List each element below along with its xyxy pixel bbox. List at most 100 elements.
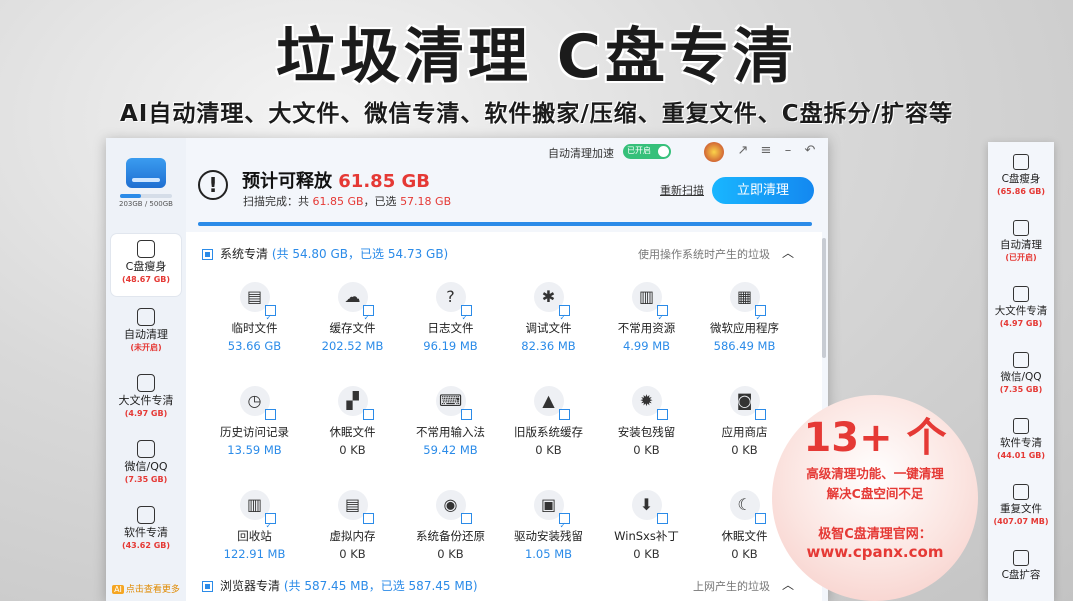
- moon-icon: ☾: [729, 490, 766, 524]
- clean-item[interactable]: ▤临时文件 53.66 GB: [206, 282, 303, 353]
- see-more-link[interactable]: AI 点击查看更多: [106, 582, 186, 595]
- apps-icon: [137, 506, 155, 524]
- right-nav-software[interactable]: 软件专清 (44.01 GB): [988, 418, 1054, 462]
- right-nav-expand[interactable]: C盘扩容: [988, 550, 1054, 582]
- item-checkbox[interactable]: [754, 409, 766, 420]
- menu-icon[interactable]: ≡: [759, 144, 773, 158]
- auto-clean-toggle[interactable]: 已开启: [623, 144, 671, 159]
- item-label: 历史访问记录: [220, 425, 289, 439]
- collapse-icon[interactable]: ︿: [782, 576, 794, 593]
- item-checkbox[interactable]: [460, 409, 472, 420]
- nav-item-software[interactable]: 软件专清 (43.62 GB): [111, 500, 181, 560]
- promo-url: www.cpanx.com: [806, 543, 944, 561]
- nav-sub: (7.35 GB): [124, 475, 168, 484]
- folder-icon: [137, 374, 155, 392]
- clean-item[interactable]: ?日志文件 96.19 MB: [402, 282, 499, 353]
- clean-item[interactable]: ◉ 系统备份还原 0 KB: [402, 490, 499, 561]
- minimize-icon[interactable]: –: [781, 144, 795, 158]
- right-nav-duplicate[interactable]: 重复文件 (407.07 MB): [988, 484, 1054, 528]
- backup-icon: ◉: [435, 490, 472, 524]
- item-label: 不常用输入法: [416, 425, 485, 439]
- share-icon[interactable]: ↗: [736, 144, 750, 158]
- item-checkbox[interactable]: [460, 513, 472, 524]
- item-label: 日志文件: [427, 321, 474, 335]
- collapse-icon[interactable]: ︿: [782, 244, 794, 261]
- cloud-cache-icon: ☁: [337, 282, 374, 333]
- disk-expand-icon: [1013, 550, 1029, 566]
- item-checkbox[interactable]: [558, 511, 570, 541]
- disk-slim-icon: [137, 240, 155, 258]
- right-nav-label: 重复文件: [1000, 503, 1042, 515]
- duplicate-file-icon: [1013, 484, 1029, 500]
- item-checkbox[interactable]: [656, 303, 668, 333]
- item-checkbox[interactable]: [264, 303, 276, 333]
- history-icon: ◷: [239, 386, 276, 420]
- item-checkbox[interactable]: [656, 513, 668, 524]
- item-checkbox[interactable]: [264, 409, 276, 420]
- folder-icon: [1013, 286, 1029, 302]
- right-nav-sub: (7.35 GB): [999, 385, 1043, 394]
- right-nav-sub: (4.97 GB): [999, 319, 1043, 328]
- clean-item[interactable]: ✱调试文件 82.36 MB: [500, 282, 597, 353]
- nav-sub: (未开启): [130, 343, 162, 352]
- right-nav-wechat-qq[interactable]: 微信/QQ (7.35 GB): [988, 352, 1054, 396]
- log-file-icon: ?: [435, 282, 472, 333]
- item-size: 586.49 MB: [713, 339, 776, 353]
- clean-item[interactable]: ☁缓存文件 202.52 MB: [304, 282, 401, 353]
- item-checkbox[interactable]: [754, 513, 766, 524]
- clean-item[interactable]: ▥回收站 122.91 MB: [206, 490, 303, 561]
- item-checkbox[interactable]: [656, 409, 668, 420]
- item-checkbox[interactable]: [362, 513, 374, 524]
- scrollbar[interactable]: [822, 238, 826, 358]
- promo-number: 13+ 个: [803, 415, 947, 461]
- right-nav-label: 软件专清: [1000, 437, 1042, 449]
- item-checkbox[interactable]: [460, 303, 472, 333]
- clean-item[interactable]: ▞ 休眠文件 0 KB: [304, 386, 401, 457]
- clean-item[interactable]: ⬇ WinSxs补丁 0 KB: [598, 490, 695, 561]
- scan-selected: 57.18 GB: [400, 195, 452, 208]
- back-icon[interactable]: ↶: [803, 144, 817, 158]
- driver-icon: ▣: [533, 490, 570, 541]
- item-checkbox[interactable]: [558, 303, 570, 333]
- clean-item[interactable]: ◷ 历史访问记录 13.59 MB: [206, 386, 303, 457]
- right-nav-large-files[interactable]: 大文件专清 (4.97 GB): [988, 286, 1054, 330]
- item-checkbox[interactable]: [362, 409, 374, 420]
- item-label: 虚拟内存: [329, 529, 376, 543]
- item-size: 53.66 GB: [227, 339, 282, 353]
- section-checkbox[interactable]: [202, 249, 213, 260]
- disk-slim-icon: [1013, 154, 1029, 170]
- rescan-link[interactable]: 重新扫描: [660, 182, 704, 198]
- keyboard-icon: ⌨: [435, 386, 472, 420]
- nav-label: 微信/QQ: [124, 460, 168, 473]
- right-nav-c-slim[interactable]: C盘瘦身 (65.86 GB): [988, 154, 1054, 198]
- section-checkbox[interactable]: [202, 581, 213, 592]
- scan-progress-fill: [198, 222, 812, 226]
- item-checkbox[interactable]: [362, 303, 374, 333]
- nav-label: 自动清理: [124, 328, 168, 341]
- promo-line3: 极智C盘清理官网：: [818, 527, 932, 542]
- clean-item[interactable]: ⌨ 不常用输入法 59.42 MB: [402, 386, 499, 457]
- clean-item[interactable]: ▣驱动安装残留 1.05 MB: [500, 490, 597, 561]
- nav-item-wechat-qq[interactable]: 微信/QQ (7.35 GB): [111, 434, 181, 494]
- clean-now-button[interactable]: 立即清理: [712, 177, 814, 204]
- avatar[interactable]: [704, 142, 724, 162]
- right-nav-auto-clean[interactable]: 自动清理 (已开启): [988, 220, 1054, 264]
- nav-item-large-files[interactable]: 大文件专清 (4.97 GB): [111, 368, 181, 428]
- nav-item-c-slim[interactable]: C盘瘦身 (48.67 GB): [111, 234, 181, 296]
- item-checkbox[interactable]: [754, 303, 766, 333]
- clean-item[interactable]: ▦微软应用程序 586.49 MB: [696, 282, 793, 353]
- section-desc: 上网产生的垃圾: [693, 580, 770, 593]
- item-checkbox[interactable]: [558, 409, 570, 420]
- clean-item[interactable]: ▤ 虚拟内存 0 KB: [304, 490, 401, 561]
- clean-item[interactable]: ▲ 旧版系统缓存 0 KB: [500, 386, 597, 457]
- nav-item-auto-clean[interactable]: 自动清理 (未开启): [111, 302, 181, 362]
- clean-item[interactable]: ▥不常用资源 4.99 MB: [598, 282, 695, 353]
- banner-subtitle: AI自动清理、大文件、微信专清、软件搬家/压缩、重复文件、C盘拆分/扩容等: [119, 101, 954, 127]
- item-size: 202.52 MB: [321, 339, 384, 353]
- item-size: 0 KB: [437, 547, 464, 561]
- item-label: 临时文件: [231, 321, 278, 335]
- item-size: 0 KB: [633, 547, 660, 561]
- section-title: 浏览器专清 (共 587.45 MB，已选 587.45 MB): [220, 577, 478, 594]
- clean-item[interactable]: ✹ 安装包残留 0 KB: [598, 386, 695, 457]
- item-checkbox[interactable]: [264, 511, 276, 541]
